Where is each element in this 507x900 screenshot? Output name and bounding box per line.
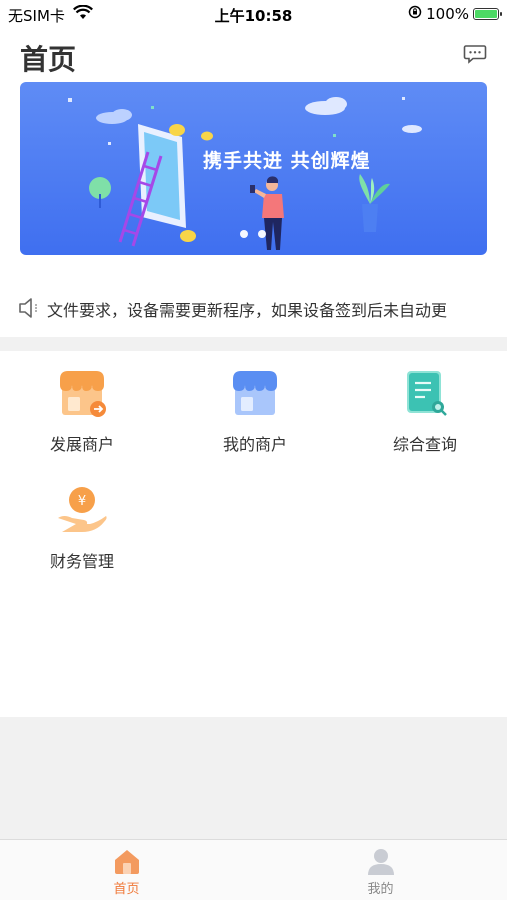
store-icon <box>227 365 283 421</box>
battery-percent: 100% <box>426 5 469 23</box>
store-add-icon <box>54 365 110 421</box>
status-bar: 无SIM卡 上午10:58 100% <box>0 0 507 30</box>
section-divider <box>0 337 507 351</box>
banner-pagination <box>240 230 266 238</box>
user-icon <box>366 846 396 876</box>
pagination-dot[interactable] <box>258 230 266 238</box>
app-screen: 无SIM卡 上午10:58 100% 首页 携手共进 共创辉煌 文件要求，设备需… <box>0 0 507 900</box>
page-title: 首页 <box>20 43 77 76</box>
grid-item-label: 发展商户 <box>49 435 114 454</box>
grid-item-comprehensive-query[interactable]: 综合查询 <box>345 351 505 454</box>
orientation-lock-icon <box>408 5 422 23</box>
money-hand-icon: ¥ <box>54 482 110 538</box>
tab-label: 首页 <box>113 882 140 897</box>
speaker-icon <box>18 297 40 319</box>
tab-home[interactable]: 首页 <box>0 840 253 900</box>
function-grid: 发展商户 我的商户 综合查询 ¥ 财务管理 <box>0 351 507 717</box>
pagination-dot[interactable] <box>240 230 248 238</box>
notice-text: 文件要求，设备需要更新程序，如果设备签到后未自动更 <box>47 301 448 320</box>
tab-mine[interactable]: 我的 <box>254 840 507 900</box>
grid-item-label: 财务管理 <box>49 552 114 571</box>
grid-item-develop-merchant[interactable]: 发展商户 <box>2 351 162 454</box>
banner-slogan: 携手共进 共创辉煌 <box>203 150 371 172</box>
home-icon <box>112 846 142 876</box>
empty-area <box>0 717 507 839</box>
page-header: 首页 <box>0 30 507 80</box>
grid-item-label: 我的商户 <box>222 435 287 454</box>
grid-item-label: 综合查询 <box>392 435 457 454</box>
status-right: 100% <box>408 5 502 23</box>
grid-item-finance-management[interactable]: ¥ 财务管理 <box>2 468 162 571</box>
battery-icon <box>473 8 502 20</box>
svg-text:¥: ¥ <box>78 494 86 509</box>
tab-label: 我的 <box>367 882 394 897</box>
chat-bubble-icon[interactable] <box>463 42 487 66</box>
notice-bar[interactable]: 文件要求，设备需要更新程序，如果设备签到后未自动更 <box>0 285 507 333</box>
document-search-icon <box>397 365 453 421</box>
tab-bar: 首页 我的 <box>0 839 507 900</box>
promo-banner[interactable]: 携手共进 共创辉煌 <box>20 82 487 255</box>
grid-item-my-merchant[interactable]: 我的商户 <box>175 351 335 454</box>
